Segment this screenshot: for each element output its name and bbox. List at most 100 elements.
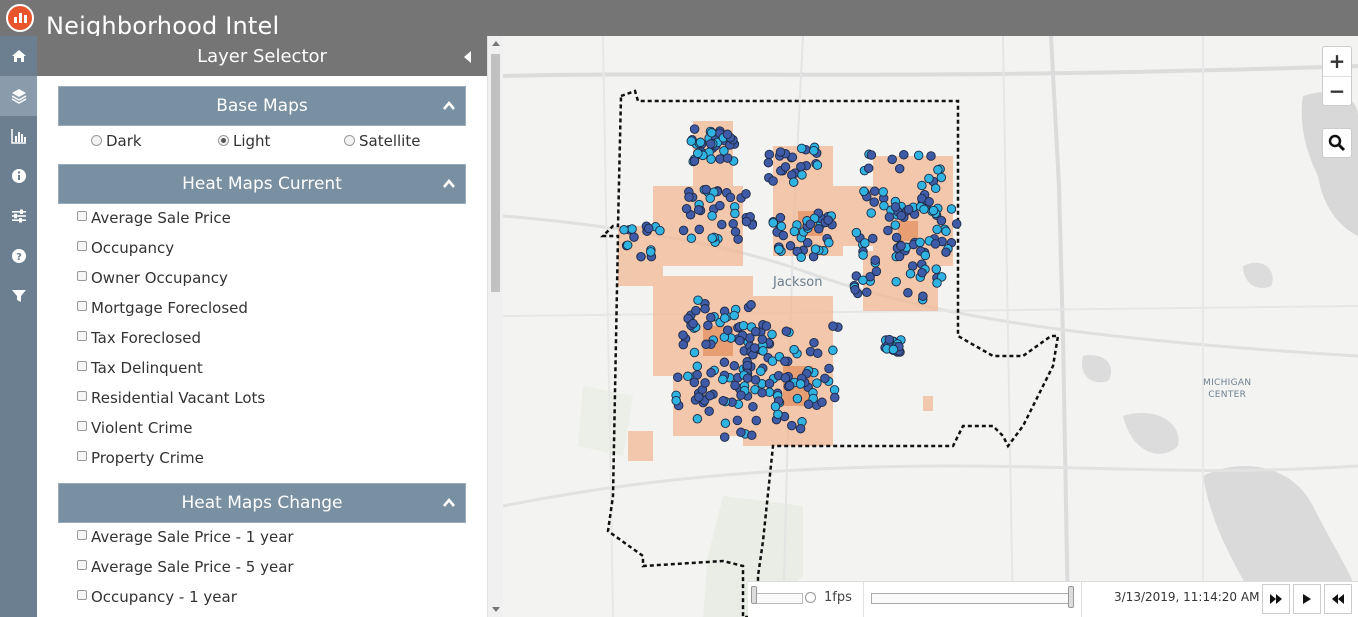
map-point[interactable] [767,329,777,340]
filter-button[interactable] [0,276,37,316]
map-point[interactable] [729,361,740,371]
map-point[interactable] [884,212,895,222]
layer-checkbox-item[interactable]: Average Sale Price - 1 year [77,527,294,547]
map-point[interactable] [764,378,775,389]
map-point[interactable] [742,373,753,383]
checkbox[interactable] [77,331,87,341]
fast-forward-button[interactable] [1262,584,1290,614]
map-point[interactable] [692,414,703,424]
map-point[interactable] [871,266,882,277]
map-point[interactable] [789,226,800,237]
map-point[interactable] [763,157,774,168]
map-point[interactable] [924,197,934,207]
map-search-button[interactable] [1322,128,1352,158]
map-point[interactable] [736,390,746,400]
map-point[interactable] [931,264,942,274]
map-point[interactable] [722,129,733,140]
map-point[interactable] [681,203,692,214]
radio-light[interactable]: Light [218,132,270,150]
map-point[interactable] [619,225,629,235]
map-point[interactable] [894,163,905,174]
map-point[interactable] [792,393,803,404]
checkbox[interactable] [77,241,87,251]
map-point[interactable] [778,230,789,241]
map-point[interactable] [706,128,717,138]
map-point[interactable] [784,380,795,391]
scroll-thumb[interactable] [491,54,500,292]
map-point[interactable] [643,223,654,234]
map-point[interactable] [747,430,757,441]
map-point[interactable] [704,406,714,416]
map-point[interactable] [797,170,807,180]
map-point[interactable] [781,326,792,337]
map-point[interactable] [809,337,819,348]
map-point[interactable] [805,219,816,229]
map-point[interactable] [796,143,807,154]
map-point[interactable] [851,227,862,238]
map-point[interactable] [888,344,899,355]
checkbox[interactable] [77,271,87,281]
radio-button[interactable] [218,134,229,146]
radio-button[interactable] [344,134,355,146]
map-point[interactable] [775,147,786,157]
map-point[interactable] [693,295,703,305]
map-point[interactable] [859,186,869,197]
map-point[interactable] [863,163,874,173]
map-point[interactable] [917,267,927,278]
map-point[interactable] [691,305,701,316]
map-point[interactable] [810,244,821,254]
map-point[interactable] [890,220,901,230]
section-heat-maps-current[interactable]: Heat Maps Current [58,164,466,204]
map-point[interactable] [718,374,728,385]
map-point[interactable] [828,345,838,356]
map-point[interactable] [920,250,931,261]
checkbox[interactable] [77,391,87,401]
map-point[interactable] [946,204,957,214]
map-point[interactable] [718,396,728,406]
map-point[interactable] [678,225,689,236]
map-point[interactable] [891,232,902,243]
map-point[interactable] [678,339,689,350]
map-point[interactable] [693,205,704,215]
map-point[interactable] [941,226,951,237]
map-point[interactable] [622,240,633,250]
map-point[interactable] [917,180,927,191]
map-point[interactable] [869,197,879,207]
map-point[interactable] [780,162,791,172]
map-point[interactable] [719,357,730,368]
map-point[interactable] [796,252,806,263]
map-point[interactable] [812,378,822,388]
map-point[interactable] [719,432,730,442]
map-point[interactable] [795,379,806,389]
map-point[interactable] [694,224,705,235]
speed-slider-track[interactable] [753,593,803,604]
map-point[interactable] [812,348,823,359]
map-point[interactable] [720,313,730,323]
map-point[interactable] [905,268,916,279]
map-point[interactable] [694,392,704,402]
map-point[interactable] [907,261,918,271]
map-point[interactable] [933,165,943,175]
map-point[interactable] [707,211,717,221]
map-point[interactable] [728,219,738,229]
map-point[interactable] [645,247,656,257]
zoom-in-button[interactable]: + [1323,47,1351,76]
map-point[interactable] [795,423,806,434]
map-point[interactable] [896,241,906,251]
play-button[interactable] [1293,584,1321,614]
map-point[interactable] [750,375,761,385]
map-point[interactable] [883,225,893,236]
map-point[interactable] [866,208,876,218]
map-point[interactable] [741,216,752,227]
checkbox[interactable] [77,421,87,431]
map-point[interactable] [820,373,830,384]
rewind-button[interactable] [1324,584,1352,614]
map-point[interactable] [730,208,740,219]
map-point[interactable] [738,320,749,331]
map-point[interactable] [732,415,743,426]
map-point[interactable] [627,224,637,234]
map-point[interactable] [717,219,727,230]
map-point[interactable] [868,233,878,244]
map-point[interactable] [673,372,683,382]
map-point[interactable] [894,251,905,262]
